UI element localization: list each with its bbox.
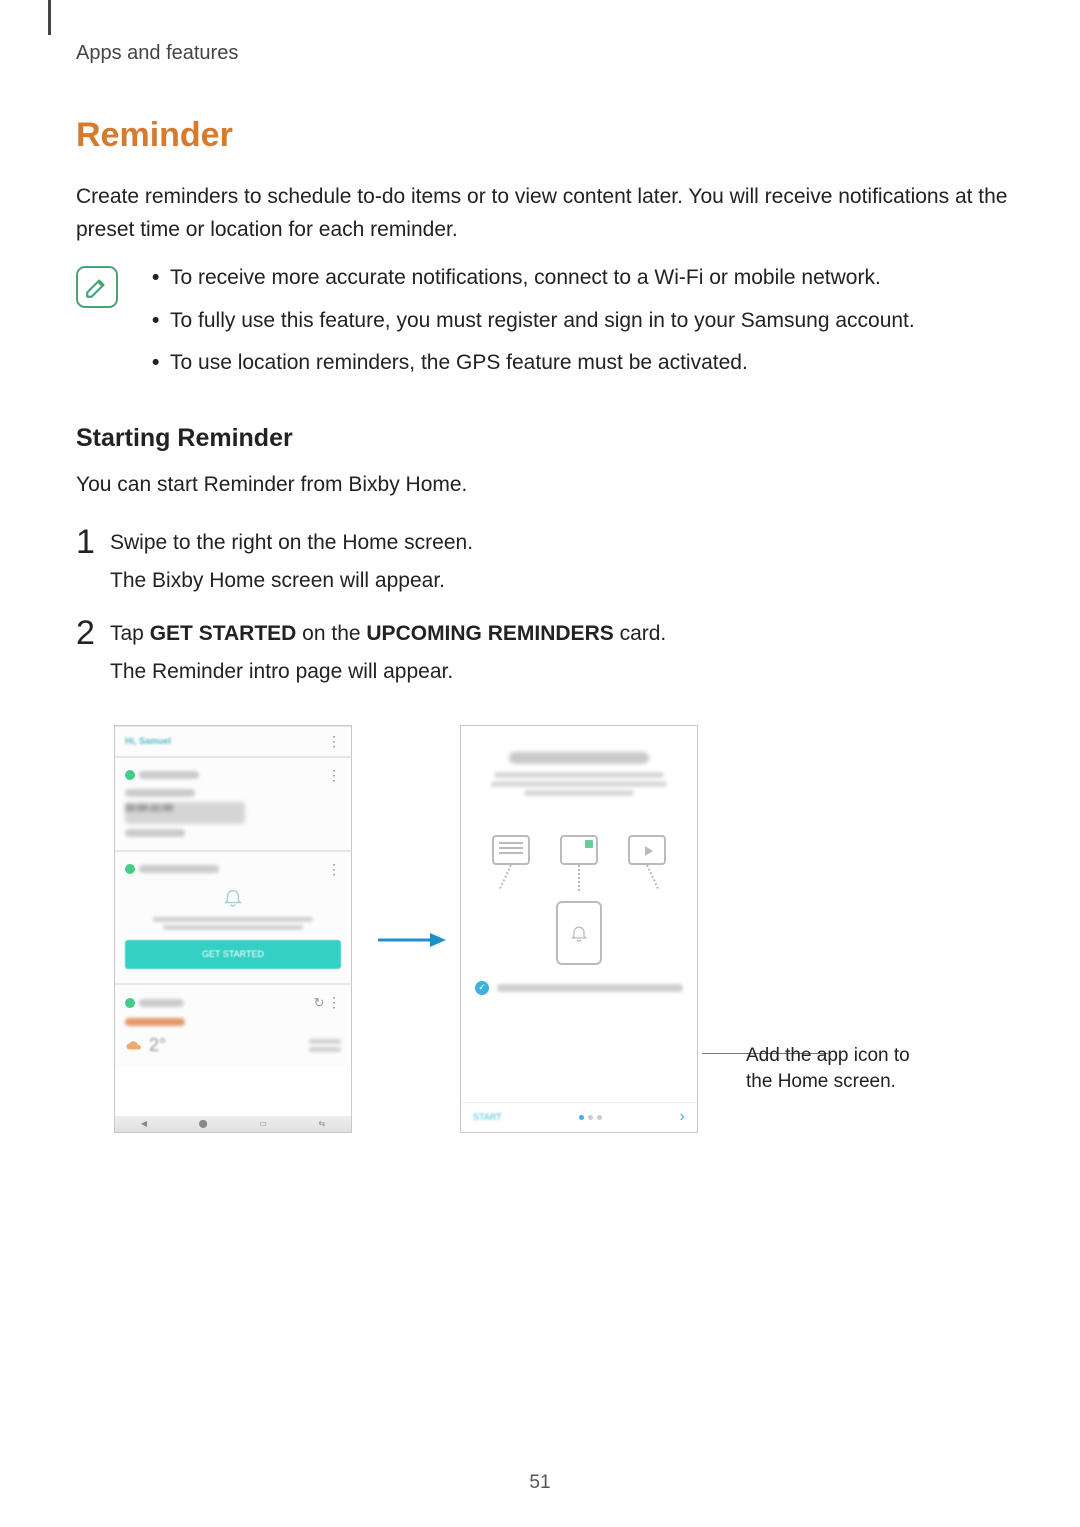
weather-row: 2° [125,1032,341,1059]
dot-icon [125,998,135,1008]
blur-text [491,781,667,787]
phone-icon [556,901,602,965]
step-2: 2 Tap GET STARTED on the UPCOMING REMIND… [76,618,1040,695]
step-number: 1 [76,525,110,559]
blur-text [153,917,313,922]
video-note-icon [628,835,666,865]
start-label: START [473,1111,502,1125]
note-icon [76,266,118,308]
sub-paragraph: You can start Reminder from Bixby Home. [76,469,1040,501]
blur-text [125,789,195,797]
screenshot-reminder-intro: ✓ START › [460,725,698,1133]
blur-text [125,829,185,837]
upcoming-reminders-card: ⋮ GET STARTED [115,851,351,984]
blur-heading [509,752,649,764]
step-body: Swipe to the right on the Home screen. T… [110,527,1040,604]
intro-paragraph: Create reminders to schedule to-do items… [76,181,1040,246]
more-icon: ⋮ [327,772,341,779]
nav-item: ⬤ [199,1118,208,1130]
card: ↻ ⋮ 2° [115,984,351,1067]
nav-item: ⇆ [318,1118,325,1130]
pencil-icon [84,274,110,300]
add-to-home-row: ✓ [461,965,697,1001]
callout-text: Add the app icon to the Home screen. [746,1043,926,1094]
figure-row: Hi, Samuel⋮ ⋮ 20:00-21:00 ⋮ GET STARTED … [114,725,1040,1155]
get-started-button: GET STARTED [125,940,341,970]
time-blur: 20:00-21:00 [125,802,245,824]
more-icon: ⋮ [327,866,341,873]
arrow-icon [376,931,446,949]
cloud-icon [125,1036,143,1054]
blur-text [125,1018,185,1026]
pager [579,1115,602,1120]
running-header: Apps and features [76,38,238,68]
more-icon: ⋮ [327,994,341,1010]
dot-icon [125,864,135,874]
step-text: The Reminder intro page will appear. [110,656,1040,689]
blur-text [494,772,664,778]
icon-row [461,835,697,891]
bell-icon [569,923,589,943]
blur-text [139,771,199,779]
nav-bar: ◀ ⬤ ▭ ⇆ [115,1116,351,1132]
subheading: Starting Reminder [76,420,1040,458]
icon-col [560,835,598,891]
blur-text [139,865,219,873]
intro-header [461,726,697,809]
page-margin-rule [48,0,51,35]
more-icon: ⋮ [327,738,341,745]
step-text: Tap GET STARTED on the UPCOMING REMINDER… [110,618,1040,651]
step-text: The Bixby Home screen will appear. [110,565,1040,598]
step-text: Swipe to the right on the Home screen. [110,527,1040,560]
card: Hi, Samuel ⋮ [115,726,351,758]
page-content: Reminder Create reminders to schedule to… [76,110,1040,1155]
blur-text [497,984,683,992]
note-item: To receive more accurate notifications, … [152,262,1040,295]
refresh-icon: ↻ [314,995,325,1010]
step-number: 2 [76,616,110,650]
note-item: To use location reminders, the GPS featu… [152,347,1040,380]
card-title-blur: Hi, Samuel [125,735,171,749]
bottom-bar: START › [461,1102,697,1132]
bell-icon [222,886,244,908]
dot-icon [125,770,135,780]
section-title: Reminder [76,110,1040,161]
nav-item: ◀ [141,1118,147,1130]
page-number: 51 [0,1469,1080,1498]
note-item: To fully use this feature, you must regi… [152,305,1040,338]
blur-text [524,790,634,796]
icon-col [628,835,666,891]
chevron-right-icon: › [680,1105,685,1129]
temperature: 2° [149,1032,166,1059]
check-icon: ✓ [475,981,489,995]
step-1: 1 Swipe to the right on the Home screen.… [76,527,1040,604]
note-block: To receive more accurate notifications, … [76,262,1040,390]
blur-text [309,1047,341,1052]
blur-text [309,1039,341,1044]
blur-text [163,925,303,930]
blur-text [139,999,184,1007]
card: ⋮ 20:00-21:00 [115,757,351,851]
note-list: To receive more accurate notifications, … [152,262,1040,390]
screenshot-bixby-home: Hi, Samuel⋮ ⋮ 20:00-21:00 ⋮ GET STARTED … [114,725,352,1133]
bell-icon-row [125,886,341,913]
note-slip-icon [492,835,530,865]
icon-col [492,835,530,891]
nav-item: ▭ [259,1118,267,1130]
step-body: Tap GET STARTED on the UPCOMING REMINDER… [110,618,1040,695]
image-note-icon [560,835,598,865]
